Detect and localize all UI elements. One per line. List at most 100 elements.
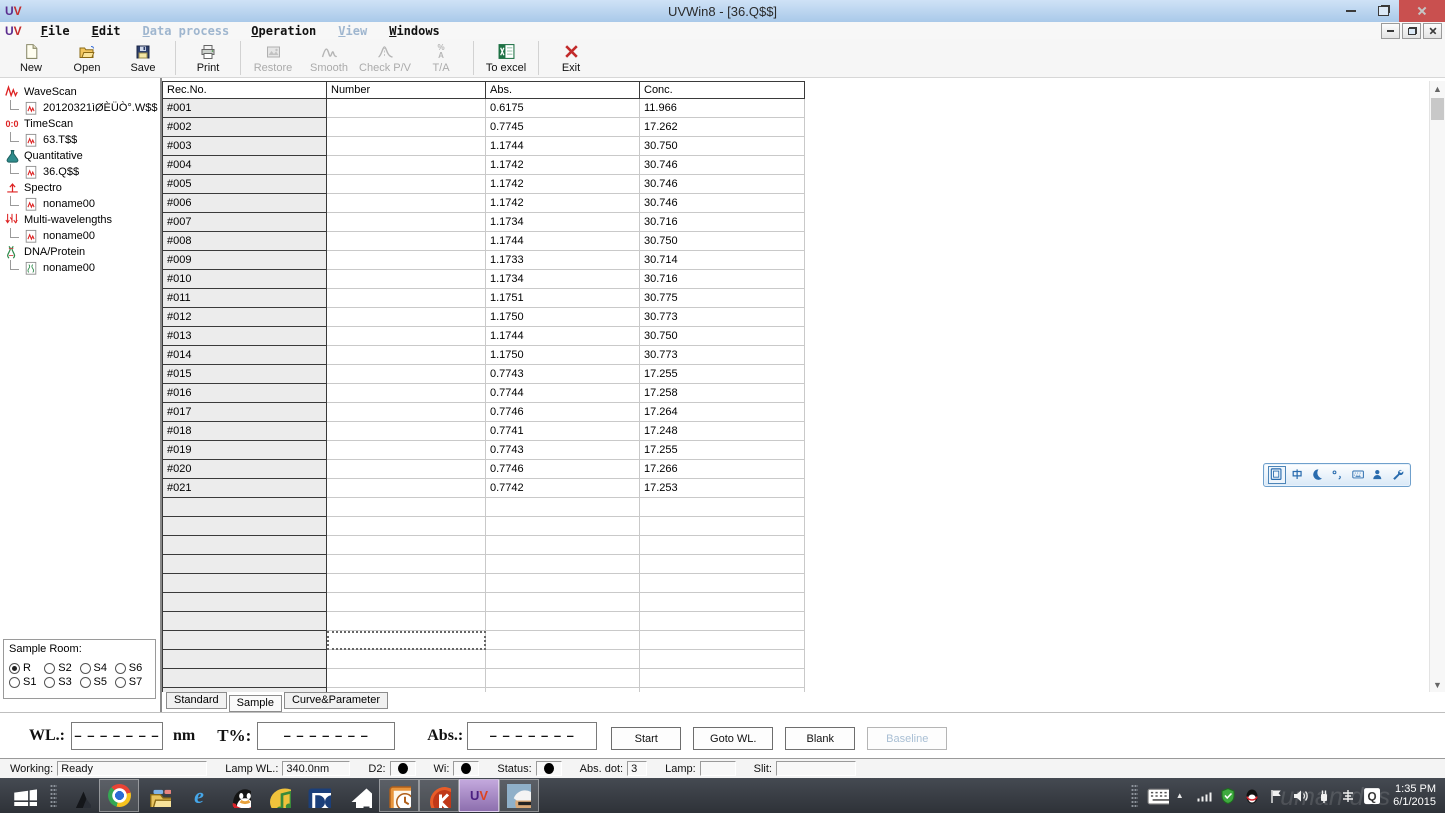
table-cell[interactable]: 17.262 (640, 118, 805, 137)
row-header-cell[interactable]: #017 (163, 403, 327, 422)
row-header-cell[interactable] (163, 517, 327, 536)
table-cell[interactable] (327, 384, 486, 403)
table-cell[interactable]: 30.714 (640, 251, 805, 270)
save-button[interactable]: Save (115, 39, 171, 77)
table-cell[interactable] (327, 99, 486, 118)
tree-leaf-noname00[interactable]: noname00 (0, 228, 160, 244)
tree-leaf-noname00[interactable]: noname00 (0, 196, 160, 212)
close-button[interactable] (1399, 0, 1445, 22)
network-signal-tray-button[interactable] (1195, 787, 1212, 804)
start-button[interactable] (0, 778, 48, 813)
row-header-cell[interactable]: #010 (163, 270, 327, 289)
taskbar-app-chrome[interactable] (99, 779, 139, 812)
wl-readout[interactable]: – – – – – – – (71, 722, 163, 750)
table-cell[interactable] (327, 536, 486, 555)
row-header-cell[interactable]: #016 (163, 384, 327, 403)
table-cell[interactable] (327, 232, 486, 251)
table-cell[interactable]: 30.746 (640, 156, 805, 175)
mdi-restore-button[interactable] (1402, 23, 1421, 39)
table-cell[interactable] (327, 251, 486, 270)
table-cell[interactable] (327, 555, 486, 574)
taskbar-clock[interactable]: 1:35 PM 6/1/2015 (1393, 783, 1436, 809)
tree-leaf-noname00[interactable]: noname00 (0, 260, 160, 276)
table-cell[interactable]: 1.1742 (486, 194, 640, 213)
table-cell[interactable] (327, 118, 486, 137)
table-cell[interactable] (327, 213, 486, 232)
tab-curve-parameter[interactable]: Curve&Parameter (284, 692, 388, 709)
table-cell[interactable]: 30.750 (640, 232, 805, 251)
table-cell[interactable] (327, 422, 486, 441)
table-cell[interactable] (486, 498, 640, 517)
table-cell[interactable]: 1.1744 (486, 137, 640, 156)
table-cell[interactable] (327, 574, 486, 593)
table-cell[interactable] (327, 498, 486, 517)
tree-node-quantitative[interactable]: Quantitative (0, 148, 160, 164)
table-cell[interactable] (327, 403, 486, 422)
scrollbar-thumb[interactable] (1431, 98, 1444, 120)
row-header-cell[interactable]: #004 (163, 156, 327, 175)
taskbar-app-internet-explorer[interactable]: e (179, 779, 219, 812)
table-cell[interactable] (327, 308, 486, 327)
row-header-cell[interactable]: #009 (163, 251, 327, 270)
row-header-cell[interactable]: #007 (163, 213, 327, 232)
row-header-cell[interactable]: #018 (163, 422, 327, 441)
row-header-cell[interactable] (163, 631, 327, 650)
ime-indicator-icon[interactable] (1268, 466, 1286, 484)
table-cell[interactable] (640, 555, 805, 574)
print-button[interactable]: Print (180, 39, 236, 77)
keyboard-tray-button[interactable] (1147, 787, 1164, 804)
row-header-cell[interactable]: #020 (163, 460, 327, 479)
table-cell[interactable] (486, 688, 640, 693)
table-cell[interactable] (640, 631, 805, 650)
sample-room-radio-s5[interactable]: S5 (80, 676, 115, 688)
t-percent-readout[interactable]: – – – – – – – (257, 722, 395, 750)
taskbar-app-launcher[interactable] (59, 779, 99, 812)
table-cell[interactable] (640, 517, 805, 536)
table-cell[interactable]: 1.1750 (486, 346, 640, 365)
settings-wrench-icon[interactable] (1390, 467, 1406, 483)
column-header-recno[interactable]: Rec.No. (163, 82, 327, 99)
table-cell[interactable] (327, 669, 486, 688)
table-cell[interactable] (486, 536, 640, 555)
open-button[interactable]: Open (59, 39, 115, 77)
table-cell[interactable]: 30.746 (640, 194, 805, 213)
tree-node-dna-protein[interactable]: DNA/Protein (0, 244, 160, 260)
table-cell[interactable] (327, 593, 486, 612)
table-cell[interactable] (486, 555, 640, 574)
sample-room-radio-s3[interactable]: S3 (44, 676, 79, 688)
taskbar-app-uvwin8[interactable]: UV (459, 779, 499, 812)
row-header-cell[interactable]: #012 (163, 308, 327, 327)
row-header-cell[interactable]: #021 (163, 479, 327, 498)
qq-tray-tray-button[interactable] (1243, 787, 1260, 804)
scroll-up-icon[interactable]: ▲ (1430, 81, 1445, 96)
tree-leaf-36.q$$[interactable]: 36.Q$$ (0, 164, 160, 180)
table-cell[interactable]: 17.264 (640, 403, 805, 422)
table-cell[interactable]: 17.266 (640, 460, 805, 479)
table-cell[interactable]: 30.750 (640, 327, 805, 346)
table-cell[interactable]: 17.255 (640, 365, 805, 384)
row-header-cell[interactable]: #019 (163, 441, 327, 460)
minimize-button[interactable] (1335, 0, 1367, 22)
blank-button[interactable]: Blank (785, 727, 855, 750)
table-cell[interactable]: 0.7742 (486, 479, 640, 498)
row-header-cell[interactable] (163, 498, 327, 517)
table-cell[interactable]: 0.6175 (486, 99, 640, 118)
menu-edit[interactable]: Edit (81, 24, 132, 38)
table-cell[interactable]: 0.7743 (486, 365, 640, 384)
table-cell[interactable] (327, 346, 486, 365)
row-header-cell[interactable] (163, 669, 327, 688)
row-header-cell[interactable]: #013 (163, 327, 327, 346)
sample-room-radio-s2[interactable]: S2 (44, 662, 79, 674)
row-header-cell[interactable] (163, 536, 327, 555)
row-header-cell[interactable]: #015 (163, 365, 327, 384)
table-cell[interactable]: 1.1742 (486, 175, 640, 194)
exit-button[interactable]: Exit (543, 39, 599, 77)
punctuation-mode-icon[interactable] (1330, 467, 1346, 483)
table-cell[interactable] (327, 517, 486, 536)
restore-button[interactable] (1367, 0, 1399, 22)
table-cell[interactable] (486, 517, 640, 536)
row-header-cell[interactable]: #006 (163, 194, 327, 213)
menu-operation[interactable]: Operation (240, 24, 327, 38)
security-shield-tray-button[interactable] (1219, 787, 1236, 804)
abs-readout[interactable]: – – – – – – – (467, 722, 597, 750)
